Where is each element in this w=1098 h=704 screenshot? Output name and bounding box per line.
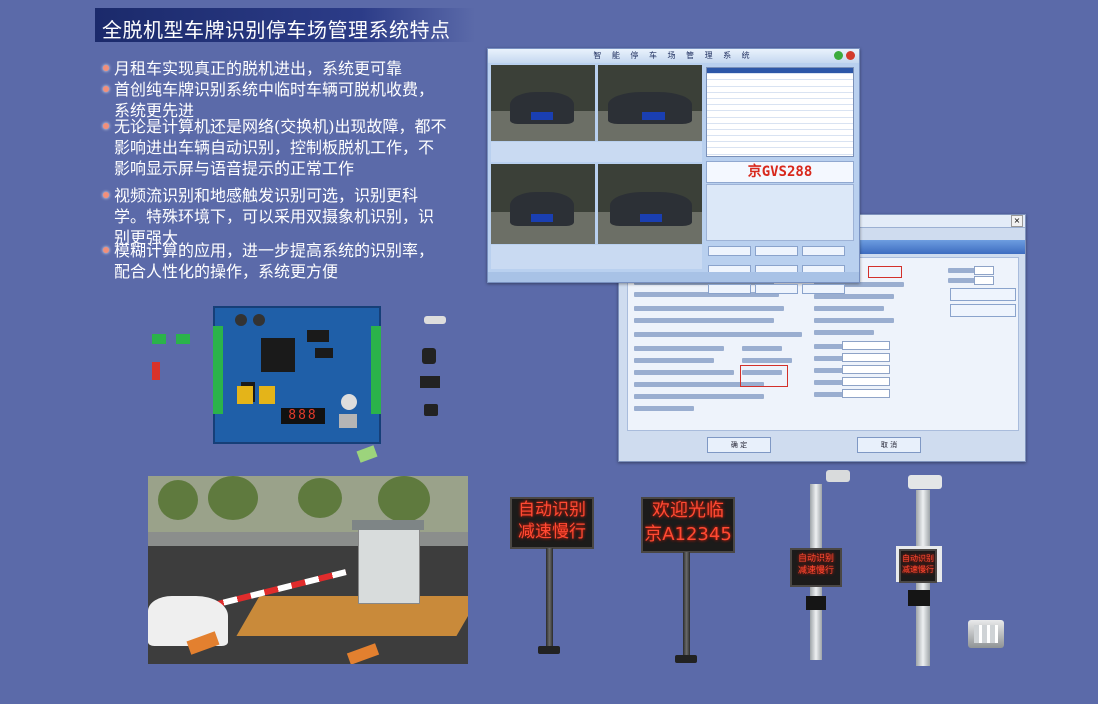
control-button[interactable] — [708, 284, 751, 294]
flood-light-icon — [968, 620, 1004, 648]
cancel-button[interactable]: 取 消 — [857, 437, 921, 453]
camera-info-strip — [491, 245, 702, 269]
speaker-icon — [806, 596, 826, 610]
camera-view-1 — [491, 65, 595, 141]
status-bar — [488, 272, 859, 282]
software-title: 智 能 停 车 场 管 理 系 统 — [488, 49, 859, 63]
bullet-dot-icon — [103, 65, 109, 71]
led-sign-pole-1: 自动识别 减速慢行 — [790, 548, 842, 587]
control-button[interactable] — [755, 246, 798, 256]
component-icon — [176, 334, 190, 344]
highlight-box — [868, 266, 902, 278]
camera-icon — [826, 470, 850, 482]
recognized-plate: 京GVS288 — [706, 161, 854, 183]
component-icon — [152, 362, 160, 380]
led-sign-welcome-plate: 欢迎光临 京A12345 — [641, 497, 735, 553]
software-main-window-screenshot: 智 能 停 车 场 管 理 系 统 京GVS288 — [487, 48, 860, 294]
cable-icon — [356, 445, 378, 463]
toll-booth — [358, 526, 420, 604]
bullet-dot-icon — [103, 192, 109, 198]
camera-view-4 — [598, 164, 702, 244]
highlight-box — [740, 365, 788, 387]
control-board-image: 888 — [213, 306, 381, 444]
vehicle-record-table — [706, 67, 854, 157]
page-title: 全脱机型车牌识别停车场管理系统特点 — [102, 18, 451, 42]
cpu-chip — [261, 338, 295, 372]
led-sign-welcome-slow: 自动识别 减速慢行 — [510, 497, 594, 549]
camera-icon — [908, 475, 942, 489]
feature-bullet-3: 无论是计算机还是网络(交换机)出现故障，都不影响进出车辆自动识别，控制板脱机工作… — [103, 116, 448, 179]
camera-view-3 — [491, 164, 595, 244]
close-icon[interactable]: × — [1011, 215, 1023, 227]
ok-button[interactable]: 确 定 — [707, 437, 771, 453]
speaker-icon — [908, 590, 930, 606]
led-sign-pole-2: 自动识别 减速慢行 — [899, 549, 937, 583]
feature-bullet-2: 首创纯车牌识别系统中临时车辆可脱机收费，系统更先进 — [103, 79, 448, 121]
feature-bullet-4: 视频流识别和地感触发识别可选，识别更科学。特殊环境下，可以采用双摄象机识别，识别… — [103, 185, 448, 248]
control-button[interactable] — [802, 246, 845, 256]
feature-bullet-5: 模糊计算的应用，进一步提高系统的识别率，配合人性化的操作，系统更方便 — [103, 240, 448, 282]
bullet-dot-icon — [103, 123, 109, 129]
control-button[interactable] — [802, 284, 845, 294]
settings-option-button[interactable] — [950, 304, 1016, 317]
camera-view-2 — [598, 65, 702, 141]
control-button[interactable] — [755, 284, 798, 294]
bullet-dot-icon — [103, 86, 109, 92]
sign-pole — [683, 552, 690, 656]
settings-option-button[interactable] — [950, 288, 1016, 301]
minimize-icon[interactable] — [834, 51, 843, 60]
feature-bullet-1: 月租车实现真正的脱机进出，系统更可靠 — [103, 58, 448, 79]
sensor-icon — [422, 348, 436, 364]
camera-icon — [424, 316, 446, 324]
led-digit-display: 888 — [281, 408, 325, 424]
display-icon — [420, 376, 440, 388]
bullet-dot-icon — [103, 247, 109, 253]
sign-pole — [546, 548, 553, 648]
close-icon[interactable] — [846, 51, 855, 60]
component-icon — [152, 334, 166, 344]
speaker-icon — [424, 404, 438, 416]
parking-entrance-illustration — [148, 476, 468, 664]
vehicle-info-panel — [706, 184, 854, 241]
camera-info-strip — [491, 142, 702, 162]
control-button[interactable] — [708, 246, 751, 256]
